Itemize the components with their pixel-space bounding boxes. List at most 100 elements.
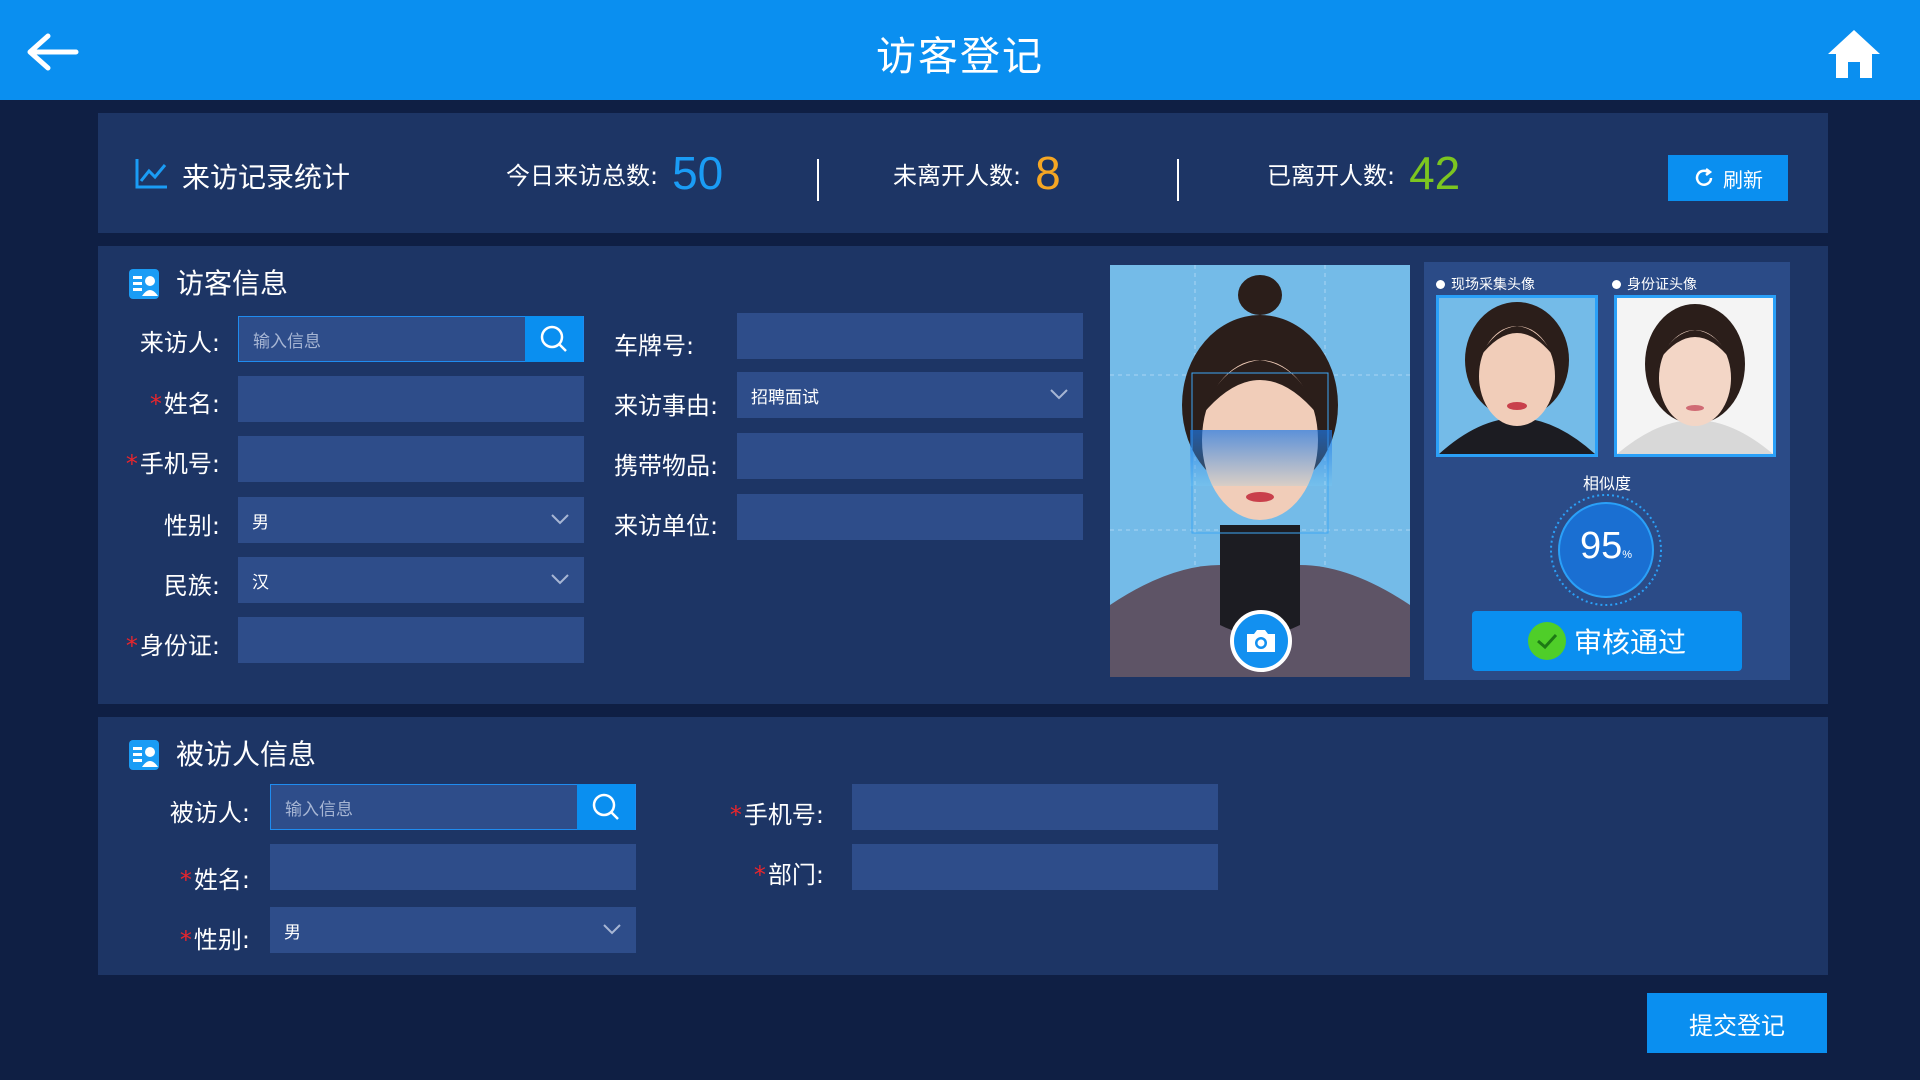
host-phone-field[interactable] — [852, 784, 1218, 830]
not-left-stat: 未离开人数: 8 — [893, 145, 1061, 201]
id-photo-label-text: 身份证头像 — [1627, 277, 1697, 293]
chevron-down-icon — [1050, 389, 1068, 400]
live-photo-thumb — [1436, 295, 1598, 457]
id-card-label: *身份证: — [98, 626, 220, 661]
host-info-panel: 被访人信息 被访人: 输入信息 *姓名: *性别: 男 *手机号: *部门: — [98, 717, 1828, 975]
refresh-label: 刷新 — [1723, 167, 1763, 192]
left-label: 已离开人数: — [1267, 161, 1396, 190]
chevron-down-icon — [603, 924, 621, 935]
similarity-gauge: 95% — [1548, 492, 1664, 608]
host-gender-label: *性别: — [98, 920, 250, 955]
similarity-label: 相似度 — [1582, 474, 1631, 493]
live-photo-label-text: 现场采集头像 — [1451, 277, 1535, 293]
gender-value: 男 — [252, 512, 269, 533]
divider — [1177, 159, 1179, 201]
required-mark: * — [179, 866, 192, 894]
refresh-icon — [1695, 168, 1713, 186]
phone-field[interactable] — [238, 436, 584, 482]
check-icon — [1527, 622, 1566, 660]
host-gender-select[interactable]: 男 — [270, 907, 636, 953]
id-card-field[interactable] — [238, 617, 584, 663]
required-mark: * — [729, 801, 742, 829]
left-value: 42 — [1409, 147, 1461, 199]
page-title: 访客登记 — [876, 34, 1044, 80]
host-search-button[interactable] — [577, 784, 635, 830]
today-visits-value: 50 — [672, 147, 724, 199]
live-photo-label: 现场采集头像 — [1436, 274, 1535, 294]
visitor-search-placeholder: 输入信息 — [253, 331, 321, 352]
reason-value: 招聘面试 — [751, 387, 819, 408]
face-scan-band — [1190, 430, 1332, 486]
home-icon[interactable] — [1826, 26, 1882, 82]
visitor-label: 来访人: — [139, 329, 220, 357]
host-name-field[interactable] — [270, 844, 636, 890]
required-mark: * — [149, 390, 162, 418]
host-gender-label-text: 性别: — [193, 926, 250, 954]
host-name-label: *姓名: — [98, 860, 250, 895]
divider — [817, 159, 819, 201]
plate-field[interactable] — [737, 313, 1083, 359]
plate-label: 车牌号: — [614, 332, 695, 360]
phone-label-text: 手机号: — [139, 450, 220, 478]
host-search-placeholder: 输入信息 — [285, 799, 353, 820]
host-section-title: 被访人信息 — [176, 738, 317, 771]
required-mark: * — [125, 450, 138, 478]
department-label: *部门: — [698, 855, 824, 890]
approve-label: 审核通过 — [1573, 626, 1686, 659]
today-visits-stat: 今日来访总数: 50 — [506, 145, 723, 201]
id-photo-label: 身份证头像 — [1612, 274, 1697, 294]
chevron-down-icon — [551, 574, 569, 585]
host-phone-label: *手机号: — [698, 795, 824, 830]
left-stat: 已离开人数: 42 — [1267, 145, 1460, 201]
department-field[interactable] — [852, 844, 1218, 890]
department-label-text: 部门: — [767, 861, 824, 889]
search-icon — [592, 793, 619, 820]
ethnicity-value: 汉 — [252, 572, 269, 593]
name-label-text: 姓名: — [163, 390, 220, 418]
phone-label: *手机号: — [98, 444, 220, 479]
name-field[interactable] — [238, 376, 584, 422]
stats-title: 来访记录统计 — [182, 161, 351, 194]
top-bar: 访客登记 — [0, 0, 1920, 100]
required-mark: * — [125, 632, 138, 660]
host-name-label-text: 姓名: — [193, 866, 250, 894]
line-chart-icon — [135, 159, 167, 189]
visitor-search-button[interactable] — [525, 316, 583, 362]
reason-label: 来访事由: — [614, 392, 719, 420]
refresh-button[interactable]: 刷新 — [1668, 155, 1788, 201]
similarity-number: 95 — [1579, 525, 1623, 567]
visit-stats-panel: 来访记录统计 今日来访总数: 50 未离开人数: 8 已离开人数: 42 刷新 — [98, 113, 1828, 233]
not-left-value: 8 — [1035, 147, 1061, 199]
camera-button[interactable] — [1230, 610, 1292, 672]
unit-field[interactable] — [737, 494, 1083, 540]
items-label: 携带物品: — [614, 452, 719, 480]
today-visits-label: 今日来访总数: — [506, 161, 659, 190]
ethnicity-select[interactable]: 汉 — [238, 557, 584, 603]
approve-button[interactable]: 审核通过 — [1472, 611, 1742, 671]
host-label: 被访人: — [169, 799, 250, 827]
unit-label: 来访单位: — [614, 512, 719, 540]
visitor-card-icon — [129, 269, 159, 299]
similarity-value: 95% — [1548, 525, 1664, 568]
reason-select[interactable]: 招聘面试 — [737, 372, 1083, 418]
visitor-search-input[interactable]: 输入信息 — [238, 316, 584, 362]
host-search-input[interactable]: 输入信息 — [270, 784, 636, 830]
gender-select[interactable]: 男 — [238, 497, 584, 543]
submit-button[interactable]: 提交登记 — [1647, 993, 1827, 1053]
not-left-label: 未离开人数: — [893, 161, 1022, 190]
similarity-unit: % — [1622, 549, 1633, 561]
id-card-label-text: 身份证: — [139, 632, 220, 660]
host-gender-value: 男 — [284, 922, 301, 943]
required-mark: * — [179, 926, 192, 954]
visitor-section-title: 访客信息 — [176, 267, 289, 300]
camera-icon — [1247, 630, 1275, 652]
name-label: *姓名: — [98, 384, 220, 419]
id-photo-thumb — [1614, 295, 1776, 457]
face-compare-panel: 现场采集头像 身份证头像 相似度 95% 审核通过 — [1424, 262, 1790, 680]
gender-label: 性别: — [163, 512, 220, 540]
chevron-down-icon — [551, 514, 569, 525]
host-card-icon — [129, 740, 159, 770]
ethnicity-label: 民族: — [163, 572, 220, 600]
items-field[interactable] — [737, 433, 1083, 479]
search-icon — [540, 325, 567, 352]
